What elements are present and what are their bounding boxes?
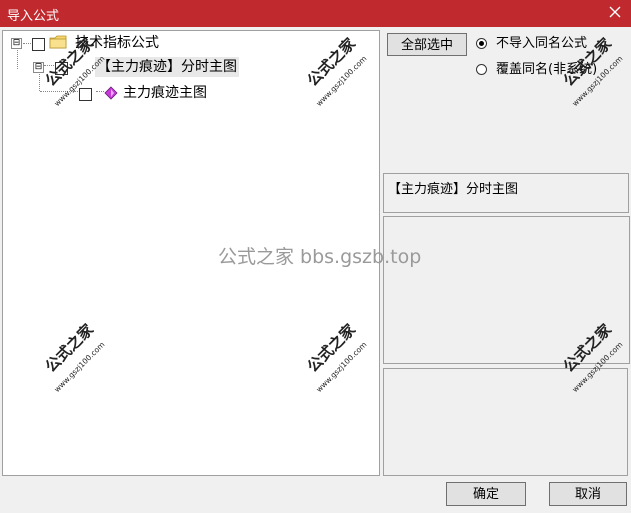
formula-params-panel <box>383 368 628 476</box>
radio-button-checked[interactable] <box>476 38 487 49</box>
close-icon[interactable] <box>607 4 623 20</box>
tree-label-root: 技术指标公式 <box>75 35 159 51</box>
formula-diamond-icon <box>104 86 118 100</box>
tree-label-leaf: 主力痕迹主图 <box>123 85 207 101</box>
radio-button-unchecked[interactable] <box>476 64 487 75</box>
radio-overwrite-label: 覆盖同名(非系统) <box>496 62 598 77</box>
radio-skip-duplicates[interactable]: 不导入同名公式 <box>476 35 626 53</box>
select-all-button[interactable]: 全部选中 <box>387 33 467 56</box>
selected-formula-box: 【主力痕迹】分时主图 <box>383 173 629 213</box>
radio-overwrite-duplicates[interactable]: 覆盖同名(非系统) <box>476 61 626 79</box>
tree-checkbox-leaf[interactable] <box>79 88 92 101</box>
ok-button[interactable]: 确定 <box>446 482 526 506</box>
tree-node-root[interactable]: ⊟ 技术指标公式 <box>3 33 373 53</box>
cancel-button[interactable]: 取消 <box>549 482 627 506</box>
tree-checkbox-group[interactable] <box>55 62 68 75</box>
collapse-icon[interactable]: ⊟ <box>33 62 44 73</box>
folder-icon <box>49 35 67 49</box>
radio-skip-label: 不导入同名公式 <box>496 36 588 51</box>
selected-formula-name: 【主力痕迹】分时主图 <box>388 182 519 197</box>
formula-tree[interactable]: ⊟ 技术指标公式 ⊟ 【主力痕迹】分时主图 主力痕迹主图 <box>2 30 380 476</box>
formula-description-panel <box>383 216 630 364</box>
tree-label-group: 【主力痕迹】分时主图 <box>95 57 239 77</box>
tree-node-leaf[interactable]: 主力痕迹主图 <box>3 83 373 103</box>
tree-checkbox-root[interactable] <box>32 38 45 51</box>
title-bar: 导入公式 <box>0 0 631 27</box>
collapse-icon[interactable]: ⊟ <box>11 38 22 49</box>
tree-node-group[interactable]: ⊟ 【主力痕迹】分时主图 <box>3 57 373 77</box>
window-title: 导入公式 <box>7 9 60 24</box>
